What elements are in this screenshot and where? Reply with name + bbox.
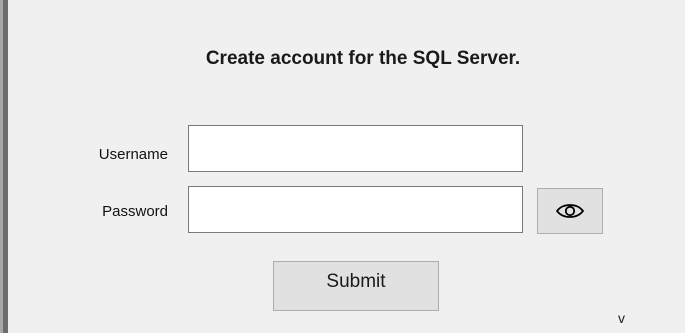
footer-mark: v: [618, 310, 625, 326]
eye-icon: [555, 202, 585, 220]
username-input[interactable]: [188, 125, 523, 172]
password-label: Password: [102, 203, 168, 220]
password-input[interactable]: [188, 186, 523, 233]
form-title: Create account for the SQL Server.: [205, 48, 521, 69]
username-label: Username: [98, 146, 168, 163]
submit-button[interactable]: Submit: [273, 261, 439, 311]
create-account-window: Create account for the SQL Server. Usern…: [0, 0, 685, 333]
show-password-button[interactable]: [537, 188, 603, 234]
